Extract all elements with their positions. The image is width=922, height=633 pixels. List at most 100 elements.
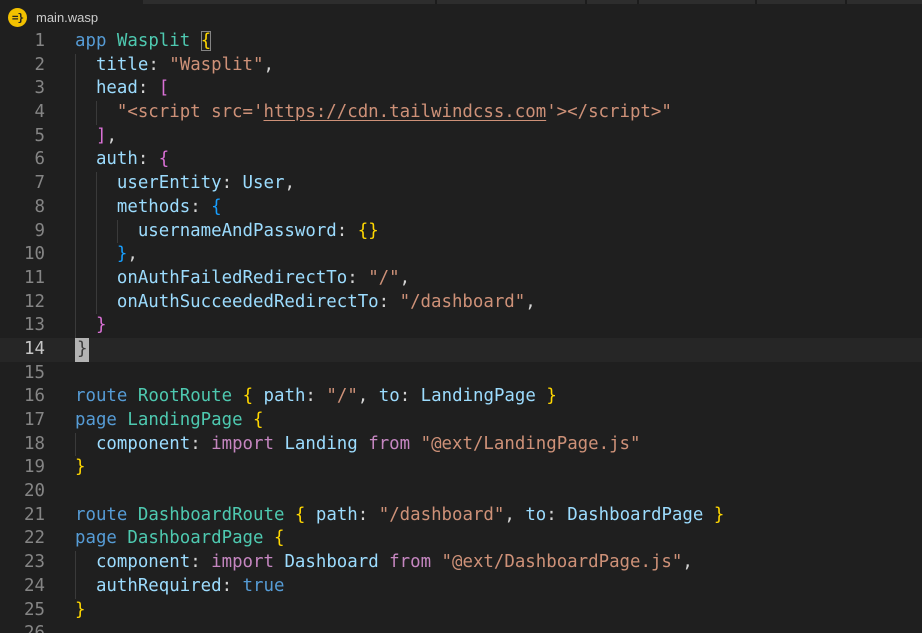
code-line[interactable]: 6 auth: { — [0, 148, 922, 172]
code-line[interactable]: 1app Wasplit { — [0, 30, 922, 54]
code-line[interactable]: 17page LandingPage { — [0, 409, 922, 433]
code-line-content: route DashboardRoute { path: "/dashboard… — [45, 504, 922, 528]
code-line-content — [45, 480, 922, 504]
code-line[interactable]: 16route RootRoute { path: "/", to: Landi… — [0, 385, 922, 409]
code-token: , — [106, 126, 116, 146]
code-token: } — [546, 386, 556, 406]
code-token — [75, 55, 96, 75]
code-line[interactable]: 21route DashboardRoute { path: "/dashboa… — [0, 504, 922, 528]
code-token: } — [714, 505, 724, 525]
code-token — [243, 410, 253, 430]
code-token: : — [148, 55, 169, 75]
code-token: app — [75, 31, 106, 51]
code-token: authRequired — [96, 576, 222, 596]
code-line-content: usernameAndPassword: {} — [45, 220, 922, 244]
code-token: "Wasplit" — [169, 55, 263, 75]
code-token: from — [389, 552, 431, 572]
tab-bar[interactable] — [0, 0, 922, 4]
code-token — [232, 386, 242, 406]
code-line[interactable]: 25} — [0, 599, 922, 623]
code-token: DashboardPage — [127, 528, 263, 548]
code-token: } — [117, 244, 127, 264]
code-line-content: component: import Landing from "@ext/Lan… — [45, 433, 922, 457]
code-token: {} — [358, 221, 379, 241]
line-number: 7 — [0, 172, 45, 196]
code-token: : — [190, 552, 211, 572]
code-line-content: app Wasplit { — [45, 30, 922, 54]
code-token — [410, 434, 420, 454]
indent-guide — [75, 433, 76, 457]
indent-guide — [96, 196, 97, 220]
code-token: DashboardRoute — [138, 505, 285, 525]
line-number: 2 — [0, 54, 45, 78]
code-token — [75, 434, 96, 454]
line-number: 21 — [0, 504, 45, 528]
code-line[interactable]: 15 — [0, 362, 922, 386]
line-number: 17 — [0, 409, 45, 433]
code-token: : — [400, 386, 421, 406]
code-token: RootRoute — [138, 386, 232, 406]
code-token: Landing — [284, 434, 357, 454]
indent-guide — [96, 267, 97, 291]
code-line[interactable]: 4 "<script src='https://cdn.tailwindcss.… — [0, 101, 922, 125]
code-line-content: component: import Dashboard from "@ext/D… — [45, 551, 922, 575]
code-line[interactable]: 22page DashboardPage { — [0, 527, 922, 551]
code-token: , — [127, 244, 137, 264]
code-line-content: } — [45, 338, 922, 362]
code-line[interactable]: 23 component: import Dashboard from "@ex… — [0, 551, 922, 575]
code-token — [75, 315, 96, 335]
code-line[interactable]: 18 component: import Landing from "@ext/… — [0, 433, 922, 457]
indent-guide — [75, 220, 76, 244]
code-line[interactable]: 10 }, — [0, 243, 922, 267]
code-token — [274, 552, 284, 572]
code-line[interactable]: 3 head: [ — [0, 77, 922, 101]
indent-guide — [75, 196, 76, 220]
code-token: "@ext/LandingPage.js" — [421, 434, 641, 454]
code-line-content: onAuthFailedRedirectTo: "/", — [45, 267, 922, 291]
code-token — [305, 505, 315, 525]
code-editor[interactable]: 1app Wasplit {2 title: "Wasplit",3 head:… — [0, 30, 922, 633]
code-token: : — [190, 197, 211, 217]
indent-guide — [75, 54, 76, 78]
breadcrumb[interactable]: =} main.wasp — [0, 4, 922, 30]
code-token: { — [201, 31, 211, 51]
code-line-content: page DashboardPage { — [45, 527, 922, 551]
code-line[interactable]: 26 — [0, 622, 922, 633]
code-line[interactable]: 8 methods: { — [0, 196, 922, 220]
line-number: 4 — [0, 101, 45, 125]
indent-guide — [75, 172, 76, 196]
code-line-content: ], — [45, 125, 922, 149]
code-token: '></script>" — [546, 102, 672, 122]
indent-guide — [75, 314, 76, 338]
code-token: true — [243, 576, 285, 596]
code-line[interactable]: 14} — [0, 338, 922, 362]
code-line-content: title: "Wasplit", — [45, 54, 922, 78]
code-line[interactable]: 5 ], — [0, 125, 922, 149]
tab-separator — [637, 0, 639, 4]
code-line[interactable]: 7 userEntity: User, — [0, 172, 922, 196]
code-line[interactable]: 19} — [0, 456, 922, 480]
line-number: 23 — [0, 551, 45, 575]
code-token: { — [159, 149, 169, 169]
code-line[interactable]: 24 authRequired: true — [0, 575, 922, 599]
indent-guide — [75, 77, 76, 101]
code-line-content: route RootRoute { path: "/", to: Landing… — [45, 385, 922, 409]
code-token: path — [316, 505, 358, 525]
indent-guide — [96, 172, 97, 196]
code-line[interactable]: 13 } — [0, 314, 922, 338]
code-token — [75, 78, 96, 98]
code-line[interactable]: 9 usernameAndPassword: {} — [0, 220, 922, 244]
code-line[interactable]: 12 onAuthSucceededRedirectTo: "/dashboar… — [0, 291, 922, 315]
code-line[interactable]: 2 title: "Wasplit", — [0, 54, 922, 78]
code-token: Wasplit — [117, 31, 190, 51]
indent-guide — [75, 291, 76, 315]
code-token: page — [75, 410, 117, 430]
tab-separator — [585, 0, 587, 4]
code-token: { — [253, 410, 263, 430]
code-line[interactable]: 11 onAuthFailedRedirectTo: "/", — [0, 267, 922, 291]
code-token: import — [211, 552, 274, 572]
indent-guide — [75, 267, 76, 291]
code-line[interactable]: 20 — [0, 480, 922, 504]
code-token — [379, 552, 389, 572]
code-token: ] — [96, 126, 106, 146]
